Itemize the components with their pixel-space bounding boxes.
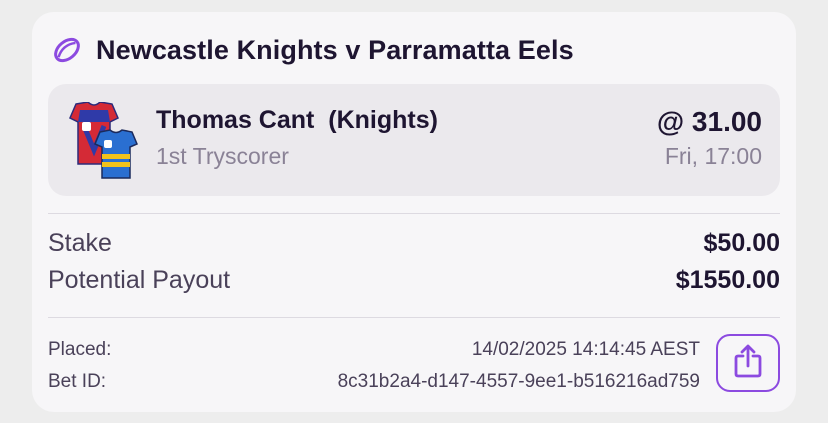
selection-panel: Thomas Cant (Knights) 1st Tryscorer @ 31…: [48, 84, 780, 196]
kickoff-time: Fri, 17:00: [664, 143, 762, 169]
selection-odds: @ 31.00: [656, 106, 762, 137]
selection-market: 1st Tryscorer: [156, 143, 289, 169]
placed-label: Placed:: [48, 339, 112, 360]
team-jerseys: [66, 101, 138, 180]
stake-label: Stake: [48, 229, 112, 257]
selection-name: Thomas Cant (Knights): [156, 106, 438, 134]
event-title: Newcastle Knights v Parramatta Eels: [96, 34, 574, 65]
divider: [48, 213, 780, 214]
eels-jersey-icon: [94, 129, 138, 179]
bet-id-value: 8c31b2a4-d147-4557-9ee1-b516216ad759: [337, 371, 700, 392]
stake-value: $50.00: [703, 229, 780, 257]
payout-value: $1550.00: [675, 266, 780, 294]
rugby-ball-icon: [52, 35, 82, 65]
payout-label: Potential Payout: [48, 266, 231, 294]
divider: [48, 317, 780, 318]
share-button[interactable]: [716, 334, 780, 392]
bet-card: Newcastle Knights v Parramatta Eels Thom…: [32, 12, 796, 412]
placed-value: 14/02/2025 14:14:45 AEST: [471, 339, 700, 360]
bet-id-label: Bet ID:: [48, 371, 107, 392]
share-icon: [733, 344, 763, 383]
bet-header: Newcastle Knights v Parramatta Eels: [52, 32, 574, 68]
